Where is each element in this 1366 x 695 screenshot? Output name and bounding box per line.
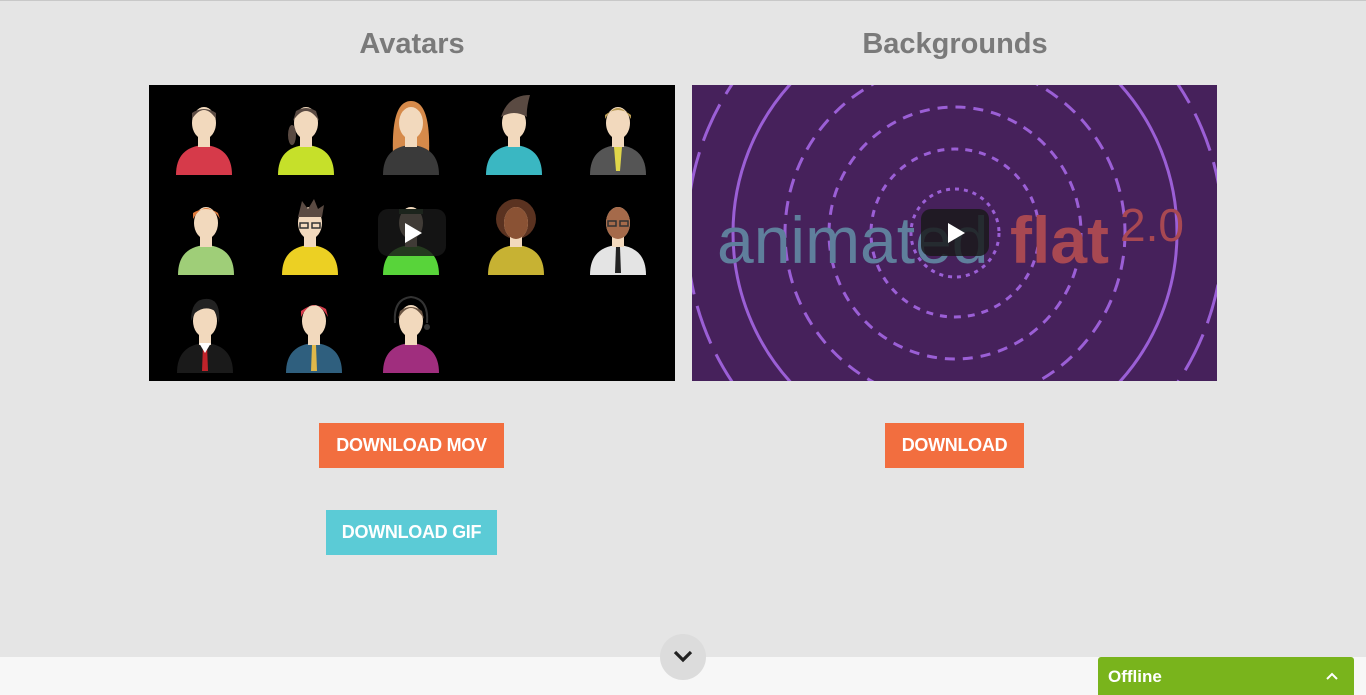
scroll-down-button[interactable] [660,634,706,680]
chat-status-label: Offline [1108,667,1162,686]
download-mov-button[interactable]: DOWNLOAD MOV [319,423,504,468]
avatars-video[interactable] [149,85,675,381]
avatars-play-button[interactable] [378,209,446,256]
chevron-up-icon [1326,672,1338,680]
download-button[interactable]: DOWNLOAD [885,423,1024,468]
backgrounds-video[interactable]: animated flat 2.0 [692,85,1217,381]
chevron-down-icon [673,650,693,663]
version-text: 2.0 [1120,199,1184,251]
top-divider [0,0,1366,1]
flat-text: flat [1010,203,1109,277]
download-gif-button[interactable]: DOWNLOAD GIF [326,510,497,555]
backgrounds-title: Backgrounds [862,28,1048,60]
backgrounds-play-button[interactable] [921,209,989,256]
avatars-title: Avatars [359,28,465,60]
chat-widget-bar[interactable]: Offline [1098,657,1354,695]
